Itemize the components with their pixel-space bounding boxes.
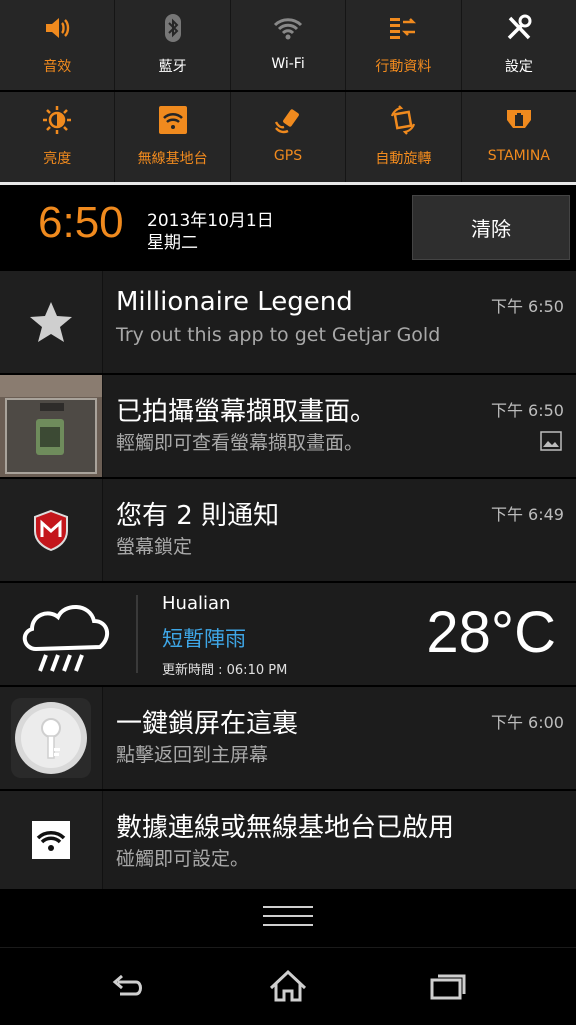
back-icon[interactable] xyxy=(104,964,150,1010)
notification-time: 下午 6:50 xyxy=(490,401,564,420)
quick-settings-row-1: 音效 藍牙 Wi-Fi 行動資料 設定 xyxy=(0,0,576,90)
qs-stamina-label: STAMINA xyxy=(487,148,550,164)
drag-handle-icon xyxy=(263,906,313,930)
qs-mobile-data-label: 行動資料 xyxy=(375,59,432,75)
notification-time: 下午 6:49 xyxy=(490,505,564,524)
qs-stamina-toggle[interactable]: STAMINA xyxy=(462,92,576,182)
notification-title: 已拍攝螢幕擷取畫面。 xyxy=(116,397,377,427)
notification-one-key-lock[interactable]: 一鍵鎖屏在這裏 點擊返回到主屏幕 下午 6:00 xyxy=(0,687,576,789)
qs-bluetooth-label: 藍牙 xyxy=(158,59,187,75)
notification-subtitle: Try out this app to get Getjar Gold xyxy=(116,324,441,346)
notification-time: 下午 6:00 xyxy=(490,713,564,732)
qs-bluetooth-toggle[interactable]: 藍牙 xyxy=(115,0,231,90)
qs-hotspot-toggle[interactable]: 無線基地台 xyxy=(115,92,231,182)
navigation-bar xyxy=(0,947,576,1025)
recent-apps-icon[interactable] xyxy=(424,964,470,1010)
qs-settings-label: 設定 xyxy=(504,59,533,75)
brightness-icon xyxy=(43,106,72,134)
weather-temperature: 28°C xyxy=(426,600,556,665)
qs-wifi-label: Wi-Fi xyxy=(271,56,305,72)
notification-icon-box xyxy=(0,791,103,889)
auto-rotate-icon xyxy=(391,105,416,135)
qs-brightness-label: 亮度 xyxy=(43,151,72,167)
key-lock-icon xyxy=(11,698,91,778)
notification-icon-box xyxy=(0,375,103,477)
mcafee-icon xyxy=(34,509,68,551)
speaker-icon xyxy=(46,18,70,38)
notification-time: 下午 6:50 xyxy=(490,297,564,316)
notification-title: 一鍵鎖屏在這裏 xyxy=(116,709,299,739)
quick-settings-row-2: 亮度 無線基地台 GPS 自動旋轉 STAMINA xyxy=(0,92,576,182)
notification-subtitle: 螢幕鎖定 xyxy=(116,536,193,558)
qs-gps-toggle[interactable]: GPS xyxy=(231,92,347,182)
notification-title: 數據連線或無線基地台已啟用 xyxy=(116,813,455,843)
bluetooth-icon xyxy=(164,14,181,42)
notification-icon-box xyxy=(0,271,103,373)
notification-icon-box xyxy=(0,687,103,789)
qs-auto-rotate-label: 自動旋轉 xyxy=(375,151,432,167)
weather-notification[interactable]: Hualian 短暫陣雨 更新時間 : 06:10 PM 28°C xyxy=(0,583,576,685)
qs-hotspot-label: 無線基地台 xyxy=(137,151,208,167)
notification-millionaire-legend[interactable]: Millionaire Legend Try out this app to g… xyxy=(0,271,576,373)
notification-icon-box xyxy=(0,479,103,581)
notification-subtitle: 點擊返回到主屏幕 xyxy=(116,744,269,766)
weather-city: Hualian xyxy=(162,593,231,614)
weather-condition: 短暫陣雨 xyxy=(162,627,246,651)
star-icon xyxy=(30,302,72,342)
home-icon[interactable] xyxy=(265,964,311,1010)
rain-cloud-icon xyxy=(22,605,110,672)
screenshot-thumbnail xyxy=(0,375,102,477)
qs-mobile-data-toggle[interactable]: 行動資料 xyxy=(346,0,462,90)
clock-time: 6:50 xyxy=(38,198,124,247)
qs-wifi-toggle[interactable]: Wi-Fi xyxy=(231,0,347,90)
qs-sound-toggle[interactable]: 音效 xyxy=(0,0,116,90)
notification-subtitle: 輕觸即可查看螢幕擷取畫面。 xyxy=(116,432,364,454)
qs-sound-label: 音效 xyxy=(43,59,72,75)
clear-button[interactable]: 清除 xyxy=(412,195,570,260)
stamina-icon xyxy=(506,110,531,128)
image-icon xyxy=(540,431,562,451)
weather-divider xyxy=(136,595,138,673)
qs-auto-rotate-toggle[interactable]: 自動旋轉 xyxy=(346,92,462,182)
hotspot-icon xyxy=(158,106,187,134)
clock-weekday: 星期二 xyxy=(147,233,198,253)
notification-hotspot-enabled[interactable]: 數據連線或無線基地台已啟用 碰觸即可設定。 xyxy=(0,791,576,889)
notification-title: Millionaire Legend xyxy=(116,287,353,317)
notification-lockscreen[interactable]: 您有 2 則通知 螢幕鎖定 下午 6:49 xyxy=(0,479,576,581)
notification-screenshot[interactable]: 已拍攝螢幕擷取畫面。 輕觸即可查看螢幕擷取畫面。 下午 6:50 xyxy=(0,375,576,477)
qs-settings-button[interactable]: 設定 xyxy=(462,0,576,90)
weather-updated: 更新時間 : 06:10 PM xyxy=(162,663,288,678)
settings-tools-icon xyxy=(507,14,532,40)
qs-gps-label: GPS xyxy=(273,148,303,164)
gps-icon xyxy=(274,109,299,134)
notification-title: 您有 2 則通知 xyxy=(116,501,280,531)
notification-subtitle: 碰觸即可設定。 xyxy=(116,848,250,870)
mobile-data-icon xyxy=(390,18,417,39)
wifi-hotspot-icon xyxy=(32,821,70,859)
wifi-icon xyxy=(273,18,303,40)
qs-brightness-toggle[interactable]: 亮度 xyxy=(0,92,116,182)
